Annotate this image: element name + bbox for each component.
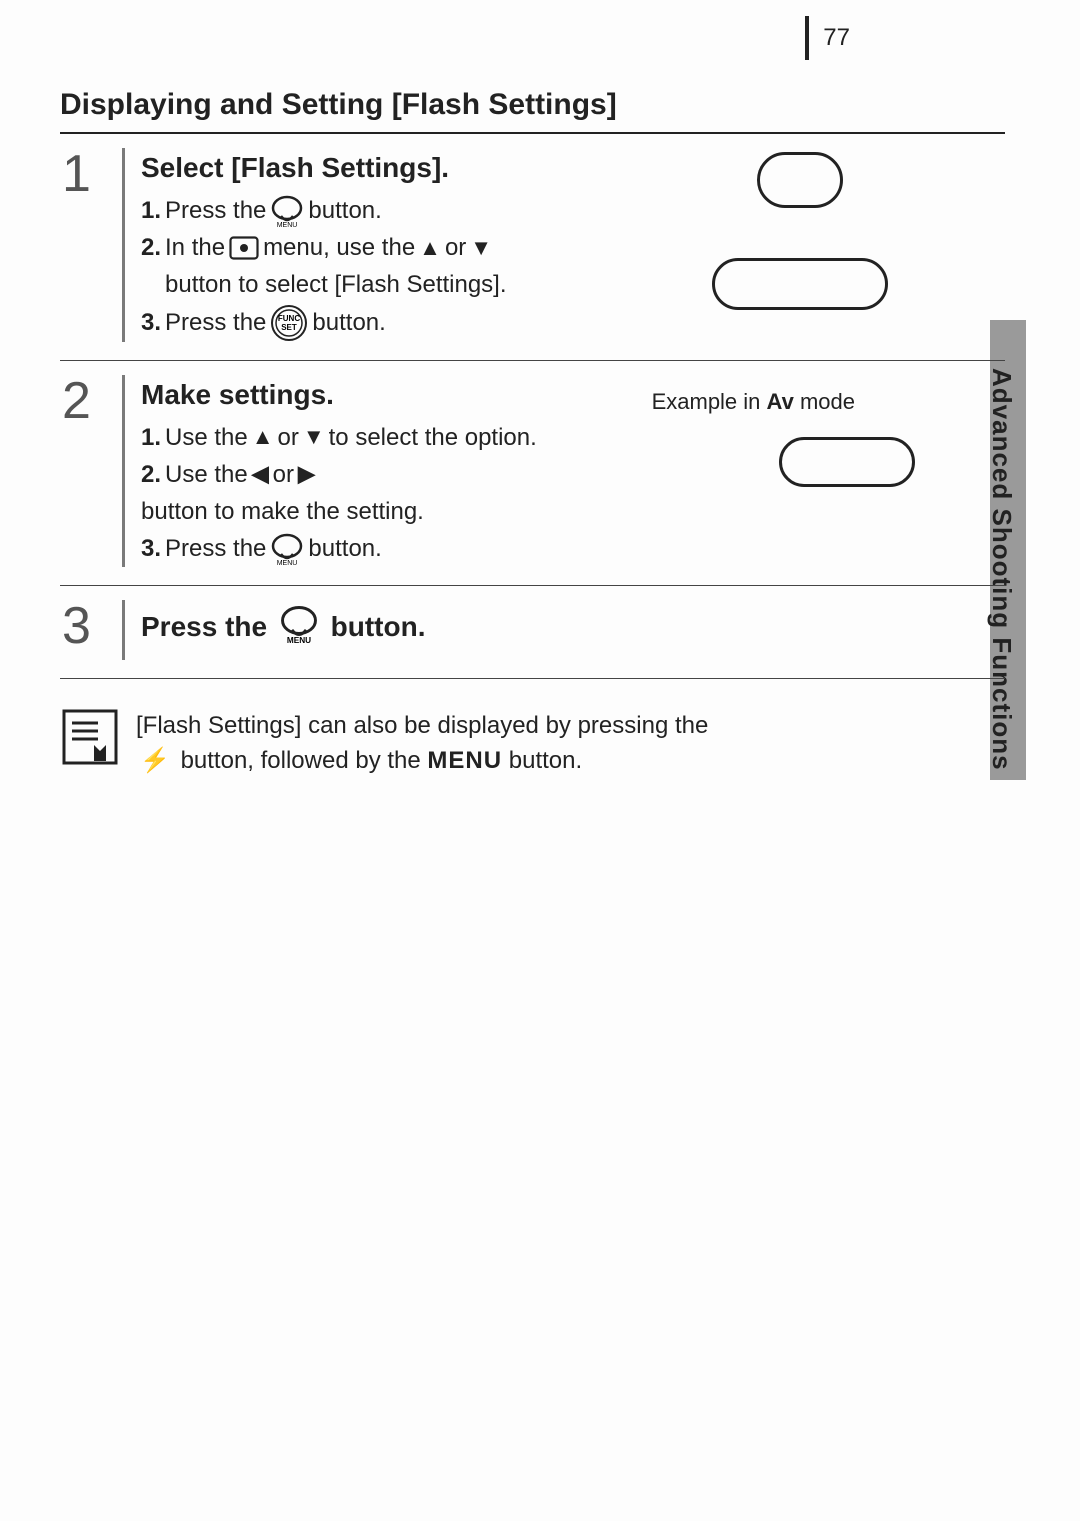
callout-oval bbox=[712, 258, 888, 310]
step-number: 2 bbox=[60, 375, 125, 568]
flash-icon: ⚡ bbox=[140, 744, 170, 779]
left-arrow-icon: ◀ bbox=[252, 457, 269, 491]
up-arrow-icon: ▲ bbox=[252, 420, 274, 454]
step-3: 3 Press the MENU button. bbox=[60, 586, 1005, 679]
section-heading: Displaying and Setting [Flash Settings] bbox=[60, 88, 1005, 122]
svg-text:MENU: MENU bbox=[287, 636, 311, 644]
substep-text: Use the bbox=[165, 456, 248, 493]
svg-text:SET: SET bbox=[282, 323, 298, 332]
svg-text:MENU: MENU bbox=[277, 560, 298, 566]
step-number: 1 bbox=[60, 148, 125, 342]
substep-number: 3. bbox=[141, 530, 161, 567]
substep-text: button to make the setting. bbox=[141, 493, 1005, 530]
step-title: Make settings. bbox=[141, 379, 1005, 411]
substep-text: or bbox=[278, 419, 299, 456]
example-post: mode bbox=[794, 389, 855, 414]
camera-rec-icon bbox=[229, 236, 259, 260]
tip-line2c: button. bbox=[509, 747, 582, 774]
tip-note: [Flash Settings] can also be displayed b… bbox=[60, 707, 1005, 779]
example-mode-label: Example in Av mode bbox=[652, 389, 855, 415]
substep: 3. Press the MENU button. bbox=[141, 530, 1005, 567]
down-arrow-icon: ▼ bbox=[470, 231, 492, 265]
callout-oval bbox=[757, 152, 843, 208]
example-pre: Example in bbox=[652, 389, 767, 414]
menu-word: MENU bbox=[427, 747, 502, 774]
page-number-bar bbox=[805, 16, 809, 60]
substep-text: Press the bbox=[165, 304, 266, 341]
svg-text:FUNC: FUNC bbox=[278, 314, 300, 323]
substep-text: button. bbox=[308, 530, 381, 567]
substep-number: 1. bbox=[141, 192, 161, 229]
step-1: 1 Select [Flash Settings]. 1. Press the … bbox=[60, 134, 1005, 361]
tip-line2a: button, followed by the bbox=[181, 747, 428, 774]
menu-button-icon: MENU bbox=[270, 532, 304, 566]
substep-text: Press the bbox=[165, 530, 266, 567]
up-arrow-icon: ▲ bbox=[419, 231, 441, 265]
step-number: 3 bbox=[60, 600, 125, 660]
substep-text: or bbox=[273, 456, 294, 493]
substep-number: 2. bbox=[141, 229, 161, 266]
substep-text: button. bbox=[312, 304, 385, 341]
step-1-figures bbox=[685, 152, 915, 310]
substep-text: button. bbox=[308, 192, 381, 229]
callout-oval bbox=[779, 437, 915, 487]
step-title: Press the MENU button. bbox=[141, 604, 1005, 644]
manual-page: 77 Advanced Shooting Functions Displayin… bbox=[0, 0, 1080, 819]
menu-button-icon: MENU bbox=[270, 194, 304, 228]
step-2-figure bbox=[779, 437, 915, 487]
substep-text: to select the option. bbox=[329, 419, 537, 456]
example-mode: Av bbox=[767, 389, 794, 414]
step-title-pre: Press the bbox=[141, 611, 275, 642]
step-body: Press the MENU button. bbox=[141, 600, 1005, 660]
tip-text: [Flash Settings] can also be displayed b… bbox=[136, 707, 1005, 779]
substep-number: 2. bbox=[141, 456, 161, 493]
page-number-block: 77 bbox=[805, 16, 850, 60]
substep-number: 3. bbox=[141, 304, 161, 341]
substep-number: 1. bbox=[141, 419, 161, 456]
substep-text: Press the bbox=[165, 192, 266, 229]
right-arrow-icon: ▶ bbox=[298, 457, 315, 491]
tip-line1: [Flash Settings] can also be displayed b… bbox=[136, 712, 708, 739]
step-body: Make settings. Example in Av mode 1. Use… bbox=[141, 375, 1005, 568]
menu-icon-label: MENU bbox=[277, 222, 298, 228]
func-set-button-icon: FUNC SET bbox=[270, 304, 308, 342]
step-title-post: button. bbox=[331, 611, 426, 642]
substep-text: Use the bbox=[165, 419, 248, 456]
note-icon bbox=[60, 707, 120, 767]
step-2: 2 Make settings. Example in Av mode 1. U… bbox=[60, 361, 1005, 587]
steps-list: 1 Select [Flash Settings]. 1. Press the … bbox=[60, 134, 1005, 679]
down-arrow-icon: ▼ bbox=[303, 420, 325, 454]
substep-text: or bbox=[445, 229, 466, 266]
substep-text: In the bbox=[165, 229, 225, 266]
page-number: 77 bbox=[823, 24, 850, 52]
substep-text: menu, use the bbox=[263, 229, 415, 266]
menu-button-icon: MENU bbox=[279, 604, 319, 644]
